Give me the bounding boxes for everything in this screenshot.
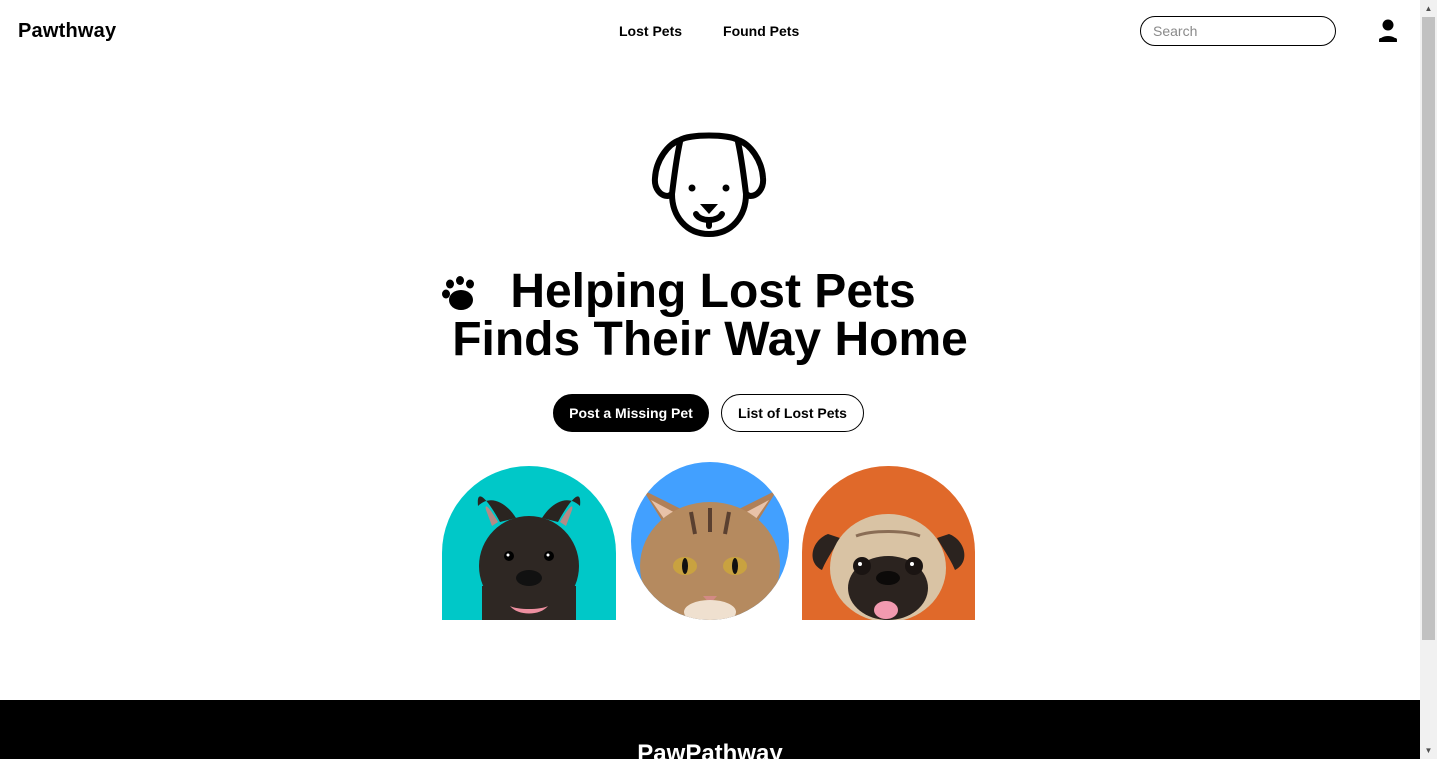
nav-lost-pets[interactable]: Lost Pets [619, 23, 682, 39]
search-input[interactable] [1140, 16, 1336, 46]
dog-face-icon [651, 132, 767, 237]
hero-title-line2: Finds Their Way Home [452, 313, 968, 366]
pet-card-french-bulldog [442, 466, 616, 620]
user-icon[interactable] [1378, 19, 1398, 43]
pet-card-pug [802, 466, 975, 620]
page-scrollbar[interactable]: ▲ ▼ [1420, 0, 1437, 759]
scroll-up-icon[interactable]: ▲ [1420, 0, 1437, 17]
footer: PawPathway [0, 700, 1420, 759]
pug-image [802, 466, 975, 620]
tabby-cat-image [631, 462, 789, 620]
french-bulldog-image [442, 466, 616, 620]
scroll-down-icon[interactable]: ▼ [1420, 742, 1437, 759]
scroll-thumb[interactable] [1422, 17, 1435, 640]
footer-brand: PawPathway [637, 740, 783, 759]
hero-title: Helping Lost Pets Finds Their Way Home [440, 268, 980, 364]
brand-logo[interactable]: Pawthway [18, 20, 116, 43]
main-nav: Lost Pets Found Pets [619, 23, 799, 39]
pet-card-tabby-cat [631, 462, 789, 620]
nav-found-pets[interactable]: Found Pets [723, 23, 799, 39]
list-lost-pets-button[interactable]: List of Lost Pets [721, 394, 864, 432]
post-missing-pet-button[interactable]: Post a Missing Pet [553, 394, 709, 432]
top-navbar: Pawthway Lost Pets Found Pets [0, 0, 1420, 62]
hero-title-line1: Helping Lost Pets [510, 265, 916, 318]
page: Pawthway Lost Pets Found Pets He [0, 0, 1420, 759]
